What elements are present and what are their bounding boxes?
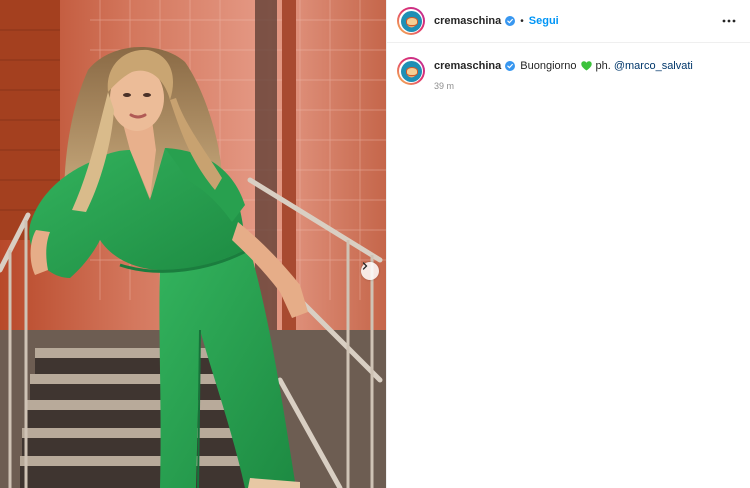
caption-suffix: ph. — [595, 60, 611, 72]
caption-avatar[interactable] — [397, 57, 425, 85]
post-photo[interactable] — [0, 0, 386, 488]
caption-line: cremaschina Buongiorno ph. @marco_salvat… — [434, 59, 693, 73]
caption-avatar-image — [400, 60, 422, 82]
avatar-ring — [399, 9, 423, 33]
avatar[interactable] — [397, 7, 425, 35]
verified-badge-icon — [505, 61, 516, 71]
post-timestamp[interactable]: 39 m — [434, 81, 693, 91]
separator-dot: • — [520, 15, 524, 27]
verified-badge-icon — [505, 16, 516, 26]
instagram-post: cremaschina • Segui cremaschina Buongior… — [0, 0, 750, 488]
more-options-icon[interactable] — [720, 12, 738, 30]
follow-button[interactable]: Segui — [529, 15, 559, 27]
mention-link[interactable]: @marco_salvati — [614, 59, 693, 73]
caption-body: cremaschina Buongiorno ph. @marco_salvat… — [434, 59, 693, 91]
caption-avatar-ring — [399, 59, 423, 83]
caption-username-link[interactable]: cremaschina — [434, 59, 501, 73]
green-heart-icon — [580, 61, 592, 71]
post-caption: cremaschina Buongiorno ph. @marco_salvat… — [387, 43, 750, 91]
next-photo-button[interactable] — [361, 262, 379, 280]
caption-text: Buongiorno — [520, 60, 577, 72]
post-side-panel: cremaschina • Segui cremaschina Buongior… — [386, 0, 750, 488]
photo-illustration — [0, 0, 386, 488]
avatar-image — [400, 10, 422, 32]
username-link[interactable]: cremaschina — [434, 15, 501, 27]
post-header: cremaschina • Segui — [387, 0, 750, 43]
chevron-right-icon — [362, 262, 368, 270]
